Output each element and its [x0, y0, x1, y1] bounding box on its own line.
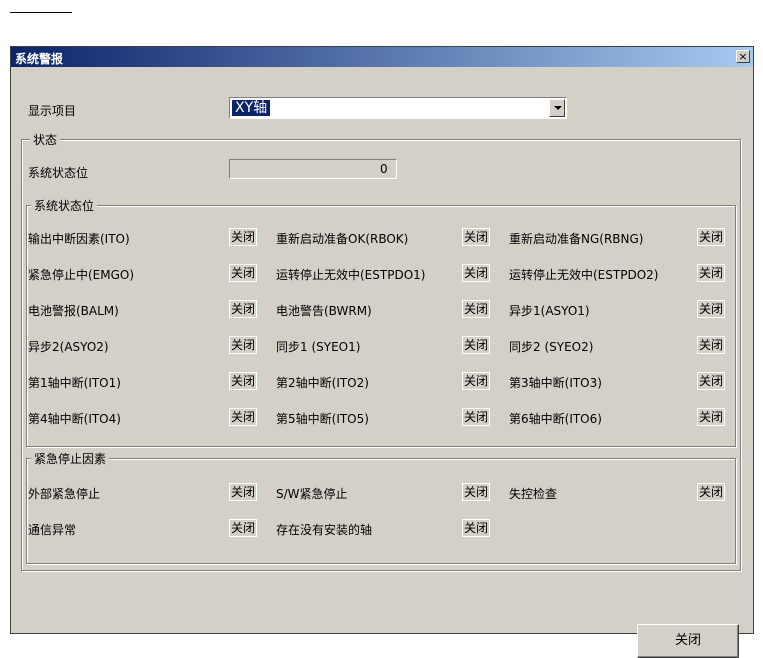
- status-bit-label: 第5轴中断(ITO5): [276, 412, 369, 426]
- emergency-item-label: S/W紧急停止: [276, 487, 348, 501]
- status-bit-status-value: 关闭: [462, 336, 491, 354]
- status-bit-status-value: 关闭: [229, 336, 258, 354]
- status-bits-title: 系统状态位: [31, 197, 98, 214]
- status-bit-status-value: 关闭: [697, 228, 726, 246]
- emergency-group: 紧急停止因素: [26, 450, 736, 564]
- status-bit-status-value: 关闭: [229, 408, 258, 426]
- emergency-item-label: 外部紧急停止: [28, 487, 101, 501]
- status-bit-label: 电池警报(BALM): [28, 304, 119, 318]
- emergency-item-status-value: 关闭: [462, 483, 491, 501]
- status-bit-label: 同步2 (SYEO2): [509, 340, 594, 354]
- status-bit-status-value: 关闭: [462, 300, 491, 318]
- status-bit-label: 异步1(ASYO1): [509, 304, 590, 318]
- status-bit-label: 第4轴中断(ITO4): [28, 412, 121, 426]
- status-bit-status-value: 关闭: [697, 264, 726, 282]
- emergency-item-label: 通信异常: [28, 523, 77, 537]
- status-bit-label: 异步2(ASYO2): [28, 340, 109, 354]
- close-icon[interactable]: ×: [736, 50, 750, 63]
- status-bit-status-value: 关闭: [697, 408, 726, 426]
- status-bit-status-value: 关闭: [697, 300, 726, 318]
- status-bit-label: 第1轴中断(ITO1): [28, 376, 121, 390]
- system-status-field: [229, 159, 397, 179]
- status-bit-label: 重新启动准备OK(RBOK): [276, 232, 409, 246]
- status-bit-label: 第2轴中断(ITO2): [276, 376, 369, 390]
- emergency-item-label: 失控检查: [509, 487, 558, 501]
- status-bit-status-value: 关闭: [462, 408, 491, 426]
- status-bit-label: 输出中断因素(ITO): [28, 232, 130, 246]
- status-bit-label: 运转停止无效中(ESTPDO1): [276, 268, 426, 282]
- status-bit-label: 同步1 (SYEO1): [276, 340, 361, 354]
- status-bit-label: 重新启动准备NG(RBNG): [509, 232, 644, 246]
- emergency-item-label: 存在没有安装的轴: [276, 523, 373, 537]
- title-bar: 系统警报 ×: [11, 47, 753, 67]
- status-bit-status-value: 关闭: [462, 264, 491, 282]
- chevron-down-icon[interactable]: [549, 99, 565, 117]
- status-bit-label: 运转停止无效中(ESTPDO2): [509, 268, 659, 282]
- status-bit-label: 第6轴中断(ITO6): [509, 412, 602, 426]
- status-bit-status-value: 关闭: [229, 372, 258, 390]
- display-item-label: 显示项目: [28, 104, 77, 118]
- state-group-title: 状态: [30, 131, 61, 148]
- emergency-item-status-value: 关闭: [697, 483, 726, 501]
- display-item-value: XY轴: [232, 100, 271, 116]
- status-bit-status-value: 关闭: [462, 372, 491, 390]
- status-bit-label: 第3轴中断(ITO3): [509, 376, 602, 390]
- emergency-item-status-value: 关闭: [229, 483, 258, 501]
- emergency-item-status-value: 关闭: [229, 519, 258, 537]
- window-title: 系统警报: [15, 52, 64, 66]
- status-bit-status-value: 关闭: [229, 264, 258, 282]
- system-alarm-dialog: 系统警报 × 显示项目 XY轴 状态 系统状态位 0 系统状态位 紧急停止因素 …: [10, 46, 754, 658]
- status-bit-status-value: 关闭: [697, 372, 726, 390]
- system-status-label: 系统状态位: [28, 166, 89, 180]
- status-bit-status-value: 关闭: [697, 336, 726, 354]
- status-bit-label: 紧急停止中(EMGO): [28, 268, 135, 282]
- system-status-value: 0: [380, 162, 388, 176]
- status-bit-status-value: 关闭: [462, 228, 491, 246]
- display-item-select[interactable]: XY轴: [229, 97, 567, 119]
- status-bit-status-value: 关闭: [229, 300, 258, 318]
- emergency-title: 紧急停止因素: [31, 450, 110, 467]
- status-bit-label: 电池警告(BWRM): [276, 304, 372, 318]
- close-button[interactable]: 关闭: [637, 624, 739, 658]
- emergency-item-status-value: 关闭: [462, 519, 491, 537]
- top-underline: [10, 12, 72, 13]
- status-bit-status-value: 关闭: [229, 228, 258, 246]
